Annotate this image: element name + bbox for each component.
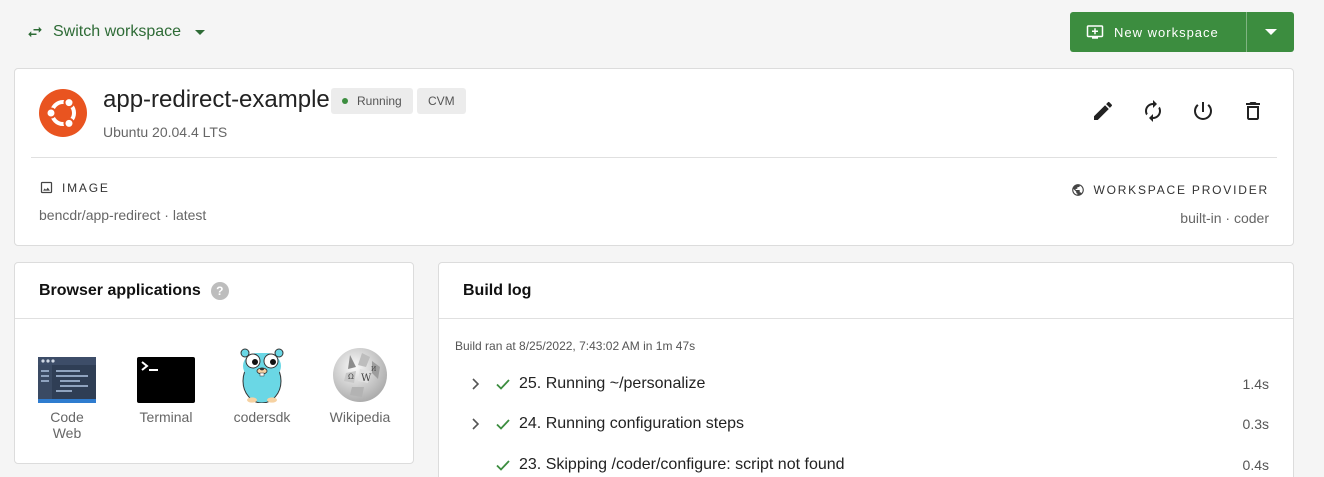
help-icon[interactable]: ? xyxy=(210,281,229,300)
log-step-text: 25. Running ~/personalize xyxy=(519,375,706,392)
provider-value: built-in · coder xyxy=(1180,210,1269,226)
add-to-queue-icon xyxy=(1086,25,1104,39)
app-terminal-label: Terminal xyxy=(139,409,193,425)
new-workspace-split-button: New workspace xyxy=(1070,12,1294,52)
log-step-duration: 0.4s xyxy=(1242,457,1269,473)
image-label: IMAGE xyxy=(39,180,110,195)
new-workspace-label: New workspace xyxy=(1114,24,1219,40)
app-code-web-label: Code Web xyxy=(50,409,84,441)
build-log-card: Build log Build ran at 8/25/2022, 7:43:0… xyxy=(438,262,1294,477)
chevron-right-icon[interactable] xyxy=(469,418,481,430)
apps-header: Browser applications ? xyxy=(15,263,413,319)
browser-applications-card: Browser applications ? Code Web Terminal… xyxy=(14,262,414,464)
log-step-text: 23. Skipping /coder/configure: script no… xyxy=(519,456,845,473)
status-text: Running xyxy=(357,94,402,108)
status-dot-icon xyxy=(342,98,348,104)
svg-text:Ω: Ω xyxy=(348,373,354,381)
terminal-icon xyxy=(137,357,195,403)
build-log-title: Build log xyxy=(463,281,532,299)
gopher-icon xyxy=(240,348,284,403)
log-step-text: 24. Running configuration steps xyxy=(519,415,745,432)
card-divider xyxy=(31,157,1277,158)
workspace-name: app-redirect-example xyxy=(103,86,330,113)
log-step-duration: 1.4s xyxy=(1242,376,1269,392)
workspace-os: Ubuntu 20.04.4 LTS xyxy=(103,124,228,140)
build-log-header: Build log xyxy=(439,263,1293,319)
globe-icon xyxy=(1072,184,1085,196)
check-icon xyxy=(496,419,510,430)
new-workspace-menu-button[interactable] xyxy=(1246,12,1294,52)
image-icon xyxy=(40,181,53,194)
edit-icon[interactable] xyxy=(1091,99,1115,123)
check-icon xyxy=(496,460,510,471)
log-step-row[interactable]: 24. Running configuration steps 0.3s xyxy=(439,409,1293,439)
update-icon[interactable] xyxy=(1141,99,1165,123)
check-icon xyxy=(496,379,510,390)
code-web-icon xyxy=(38,357,96,403)
switch-workspace-label: Switch workspace xyxy=(53,23,182,40)
cvm-badge: CVM xyxy=(417,88,466,114)
app-wikipedia[interactable]: W Ω И Wikipedia xyxy=(325,347,395,425)
chevron-down-icon xyxy=(1264,29,1277,35)
workspace-actions xyxy=(1091,99,1265,123)
provider-label-text: WORKSPACE PROVIDER xyxy=(1093,183,1269,197)
svg-text:И: И xyxy=(371,366,376,373)
provider-label: WORKSPACE PROVIDER xyxy=(1071,183,1269,197)
image-label-text: IMAGE xyxy=(62,180,110,195)
top-bar: Switch workspace New workspace xyxy=(0,0,1324,64)
app-wikipedia-label: Wikipedia xyxy=(329,409,391,425)
delete-icon[interactable] xyxy=(1241,99,1265,123)
app-code-web[interactable]: Code Web xyxy=(37,347,97,441)
app-terminal[interactable]: Terminal xyxy=(133,347,199,425)
apps-title: Browser applications xyxy=(39,281,201,299)
build-meta: Build ran at 8/25/2022, 7:43:02 AM in 1m… xyxy=(455,339,696,353)
workspace-summary-card: app-redirect-example Running CVM Ubuntu … xyxy=(14,68,1294,246)
log-step-row: 23. Skipping /coder/configure: script no… xyxy=(439,450,1293,477)
ubuntu-logo-icon xyxy=(39,89,87,137)
log-step-duration: 0.3s xyxy=(1242,416,1269,432)
app-codersdk-label: codersdk xyxy=(233,409,291,425)
chevron-down-icon xyxy=(195,29,206,35)
log-step-row[interactable]: 25. Running ~/personalize 1.4s xyxy=(439,369,1293,399)
power-icon[interactable] xyxy=(1191,99,1215,123)
app-codersdk[interactable]: codersdk xyxy=(229,347,295,425)
wikipedia-icon: W Ω И xyxy=(333,348,387,402)
status-badge: Running xyxy=(331,88,413,114)
new-workspace-button[interactable]: New workspace xyxy=(1070,12,1246,52)
switch-workspace-button[interactable]: Switch workspace xyxy=(26,19,206,45)
chevron-right-icon[interactable] xyxy=(469,378,481,390)
image-value: bencdr/app-redirect · latest xyxy=(39,207,207,223)
swap-icon xyxy=(28,26,42,38)
svg-text:W: W xyxy=(361,373,372,384)
